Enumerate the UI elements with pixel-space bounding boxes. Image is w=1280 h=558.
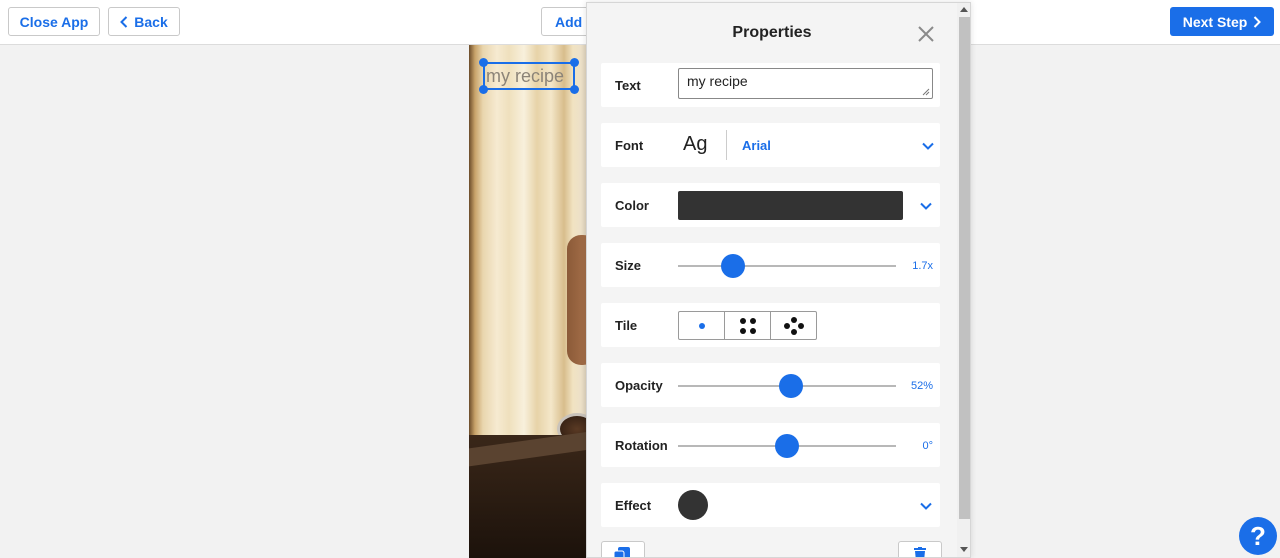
resize-handle-bottom-left[interactable] xyxy=(479,85,488,94)
four-dots-icon xyxy=(739,317,756,334)
tile-option-four[interactable] xyxy=(725,312,771,339)
add-label: Add xyxy=(555,13,583,30)
panel-title: Properties xyxy=(732,24,812,41)
close-app-label: Close App xyxy=(19,13,89,30)
chevron-down-icon[interactable] xyxy=(922,142,934,150)
properties-panel: Properties Text my recipe Font Ag Arial … xyxy=(586,2,971,558)
help-icon: ? xyxy=(1250,520,1266,551)
text-input-value: my recipe xyxy=(687,73,748,89)
resize-handle-top-right[interactable] xyxy=(570,58,579,67)
close-icon[interactable] xyxy=(917,25,935,43)
size-slider-track[interactable] xyxy=(678,265,896,267)
rotation-slider-thumb[interactable] xyxy=(775,434,799,458)
text-label: Text xyxy=(615,78,641,93)
opacity-slider-thumb[interactable] xyxy=(779,374,804,398)
effect-swatch[interactable] xyxy=(678,490,708,520)
scroll-down-arrow-icon[interactable] xyxy=(960,547,968,552)
single-dot-icon xyxy=(698,322,705,329)
rotation-label: Rotation xyxy=(615,438,668,453)
next-step-label: Next Step xyxy=(1182,13,1248,30)
tile-option-single[interactable] xyxy=(679,312,725,339)
chevron-right-icon xyxy=(1254,15,1262,28)
font-row[interactable]: Font Ag Arial xyxy=(601,123,940,167)
opacity-row: Opacity 52% xyxy=(601,363,940,407)
text-row: Text my recipe xyxy=(601,63,940,107)
size-label: Size xyxy=(615,258,642,273)
duplicate-button[interactable] xyxy=(601,541,645,557)
add-button[interactable]: Add xyxy=(541,7,591,36)
chevron-down-icon[interactable] xyxy=(920,202,932,210)
chevron-left-icon xyxy=(120,15,128,28)
size-value: 1.7x xyxy=(912,260,933,272)
opacity-value: 52% xyxy=(910,380,933,392)
back-label: Back xyxy=(134,13,168,30)
effect-label: Effect xyxy=(615,498,652,513)
help-button[interactable]: ? xyxy=(1239,517,1277,555)
opacity-label: Opacity xyxy=(615,378,663,393)
chevron-down-icon[interactable] xyxy=(920,502,932,510)
tile-option-five[interactable] xyxy=(771,312,816,339)
color-swatch[interactable] xyxy=(678,191,903,220)
five-dots-icon xyxy=(783,316,804,335)
selection-box[interactable] xyxy=(483,62,575,90)
text-input[interactable]: my recipe xyxy=(678,68,933,99)
close-app-button[interactable]: Close App xyxy=(8,7,100,36)
delete-button[interactable] xyxy=(898,541,942,557)
resize-handle-bottom-right[interactable] xyxy=(570,85,579,94)
font-separator xyxy=(726,130,727,160)
size-row: Size 1.7x xyxy=(601,243,940,287)
rotation-row: Rotation 0° xyxy=(601,423,940,467)
scroll-up-arrow-icon[interactable] xyxy=(960,7,968,12)
tile-label: Tile xyxy=(615,318,638,333)
font-select-value[interactable]: Arial xyxy=(742,138,771,153)
size-slider-thumb[interactable] xyxy=(720,254,745,278)
trash-icon xyxy=(914,547,926,557)
tile-row: Tile xyxy=(601,303,940,347)
color-label: Color xyxy=(615,198,649,213)
canvas-photo[interactable] xyxy=(469,45,589,558)
font-label: Font xyxy=(615,138,644,153)
next-step-button[interactable]: Next Step xyxy=(1170,7,1274,36)
scrollbar-thumb[interactable] xyxy=(959,17,970,519)
effect-row: Effect xyxy=(601,483,940,527)
font-preview: Ag xyxy=(683,133,708,155)
duplicate-icon xyxy=(614,547,630,557)
tile-options xyxy=(678,311,817,340)
color-row: Color xyxy=(601,183,940,227)
rotation-value: 0° xyxy=(922,440,933,452)
back-button[interactable]: Back xyxy=(108,7,180,36)
resize-handle-top-left[interactable] xyxy=(479,58,488,67)
resize-grip-icon[interactable] xyxy=(922,88,930,96)
